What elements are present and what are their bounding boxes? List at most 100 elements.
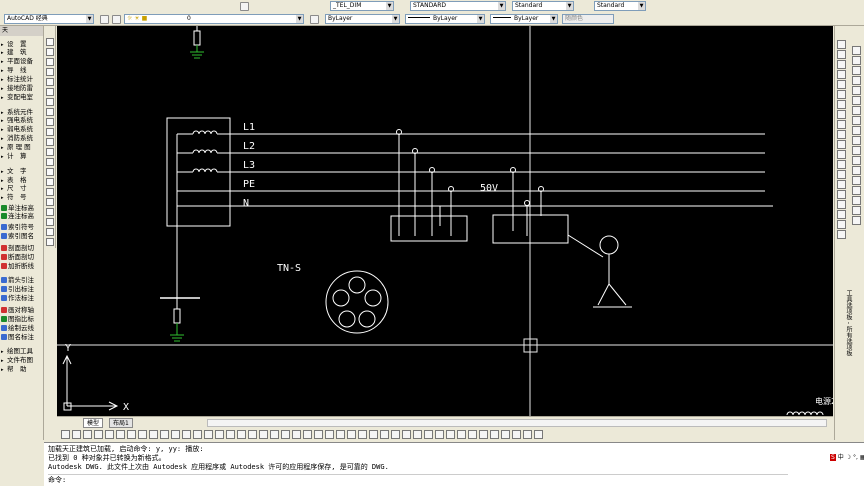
bottom-tool-button[interactable]	[94, 430, 103, 439]
draw-tool-button[interactable]	[46, 188, 54, 196]
tool-button[interactable]	[852, 56, 861, 65]
draw-tool-button[interactable]	[46, 158, 54, 166]
drawing-canvas[interactable]: L1 L2 L3 PE N TN-S 50V Y X 电源	[57, 26, 833, 416]
bottom-tool-button[interactable]	[402, 430, 411, 439]
bottom-tool-button[interactable]	[446, 430, 455, 439]
bottom-tool-button[interactable]	[171, 430, 180, 439]
bottom-tool-button[interactable]	[105, 430, 114, 439]
menu-item[interactable]: 绘制云线	[1, 324, 43, 333]
make-current-icon[interactable]	[310, 15, 319, 24]
menu-item[interactable]: ▸ 强电系统	[1, 116, 43, 125]
menu-item[interactable]: ▸ 变配电室	[1, 93, 43, 102]
menu-item[interactable]: ▸ 弱电系统	[1, 125, 43, 134]
bottom-tool-button[interactable]	[479, 430, 488, 439]
modify-tool-button[interactable]	[837, 180, 846, 189]
draw-tool-button[interactable]	[46, 128, 54, 136]
menu-item[interactable]: ▸ 接地防雷	[1, 84, 43, 93]
bottom-tool-button[interactable]	[347, 430, 356, 439]
modify-tool-button[interactable]	[837, 190, 846, 199]
bottom-tool-button[interactable]	[292, 430, 301, 439]
layer-manager-icon[interactable]	[112, 15, 121, 24]
menu-item[interactable]: 图名标注	[1, 333, 43, 342]
modify-tool-button[interactable]	[837, 60, 846, 69]
modify-tool-button[interactable]	[837, 100, 846, 109]
menu-item[interactable]: ▸ 消防系统	[1, 134, 43, 143]
draw-tool-button[interactable]	[46, 108, 54, 116]
bottom-tool-button[interactable]	[523, 430, 532, 439]
tool-button[interactable]	[852, 116, 861, 125]
menu-item[interactable]: ▸ 导 线	[1, 66, 43, 75]
bottom-tool-button[interactable]	[457, 430, 466, 439]
modify-tool-button[interactable]	[837, 230, 846, 239]
menu-item[interactable]: ▸ 绘图工具	[1, 347, 43, 356]
bottom-tool-button[interactable]	[325, 430, 334, 439]
bottom-tool-button[interactable]	[160, 430, 169, 439]
bottom-tool-button[interactable]	[380, 430, 389, 439]
menu-item[interactable]: ▸ 平面设备	[1, 57, 43, 66]
draw-tool-button[interactable]	[46, 238, 54, 246]
menu-item[interactable]: ▸ 计 算	[1, 152, 43, 161]
tool-button[interactable]	[852, 126, 861, 135]
draw-tool-button[interactable]	[46, 168, 54, 176]
menu-item[interactable]: 加折断线	[1, 262, 43, 271]
draw-tool-button[interactable]	[46, 228, 54, 236]
tool-button[interactable]	[852, 96, 861, 105]
bottom-tool-button[interactable]	[248, 430, 257, 439]
new-file-icon[interactable]	[240, 2, 249, 11]
menu-item[interactable]: 图指比标	[1, 315, 43, 324]
tool-button[interactable]	[852, 86, 861, 95]
menu-item[interactable]: 引出标注	[1, 285, 43, 294]
draw-tool-button[interactable]	[46, 148, 54, 156]
menu-item[interactable]: ▸ 建 筑	[1, 48, 43, 57]
draw-tool-button[interactable]	[46, 198, 54, 206]
bottom-tool-button[interactable]	[424, 430, 433, 439]
bottom-tool-button[interactable]	[193, 430, 202, 439]
menu-item[interactable]: ▸ 文件布图	[1, 356, 43, 365]
bottom-tool-button[interactable]	[215, 430, 224, 439]
bottom-tool-button[interactable]	[116, 430, 125, 439]
menu-item[interactable]: ▸ 文 字	[1, 167, 43, 176]
bottom-tool-button[interactable]	[281, 430, 290, 439]
bottom-tool-button[interactable]	[204, 430, 213, 439]
tool-button[interactable]	[852, 66, 861, 75]
modify-tool-button[interactable]	[837, 110, 846, 119]
menu-item[interactable]: 作法标注	[1, 294, 43, 303]
menu-item[interactable]: 剖面剖切	[1, 244, 43, 253]
color-select[interactable]: ByLayer ▼	[325, 14, 400, 24]
dimension-style-select[interactable]: _TEL_DIM ▼	[330, 1, 394, 11]
bottom-tool-button[interactable]	[270, 430, 279, 439]
bottom-tool-button[interactable]	[369, 430, 378, 439]
menu-item[interactable]: 断面剖切	[1, 253, 43, 262]
bottom-tool-button[interactable]	[391, 430, 400, 439]
draw-tool-button[interactable]	[46, 38, 54, 46]
tool-button[interactable]	[852, 146, 861, 155]
draw-tool-button[interactable]	[46, 178, 54, 186]
bottom-tool-button[interactable]	[314, 430, 323, 439]
bottom-tool-button[interactable]	[501, 430, 510, 439]
modify-tool-button[interactable]	[837, 70, 846, 79]
gear-icon[interactable]	[100, 15, 109, 24]
bottom-tool-button[interactable]	[468, 430, 477, 439]
draw-tool-button[interactable]	[46, 48, 54, 56]
workspace-select[interactable]: AutoCAD 经典 ▼	[4, 14, 94, 24]
bottom-tool-button[interactable]	[413, 430, 422, 439]
tool-palette-title[interactable]: 工具选项板 - 所有选项板	[843, 290, 853, 356]
layer-select[interactable]: ☼ ☀ ■ 0 ▼	[124, 14, 304, 24]
multileader-style-select[interactable]: Standard ▼	[594, 1, 646, 11]
bottom-tool-button[interactable]	[127, 430, 136, 439]
draw-tool-button[interactable]	[46, 218, 54, 226]
moon-icon[interactable]: ☽	[846, 454, 851, 461]
modify-tool-button[interactable]	[837, 220, 846, 229]
drawing-svg[interactable]: L1 L2 L3 PE N TN-S 50V Y X 电源	[57, 26, 833, 416]
language-icon[interactable]: S	[830, 454, 836, 461]
tab-model[interactable]: 模型	[83, 418, 104, 428]
modify-tool-button[interactable]	[837, 80, 846, 89]
tab-layout1[interactable]: 布局1	[109, 418, 133, 428]
tool-button[interactable]	[852, 216, 861, 225]
bottom-tool-button[interactable]	[435, 430, 444, 439]
bottom-tool-button[interactable]	[226, 430, 235, 439]
tool-button[interactable]	[852, 76, 861, 85]
draw-tool-button[interactable]	[46, 118, 54, 126]
menu-item[interactable]: ▸ 标注统计	[1, 75, 43, 84]
plot-style-select[interactable]: 随颜色	[562, 14, 614, 24]
